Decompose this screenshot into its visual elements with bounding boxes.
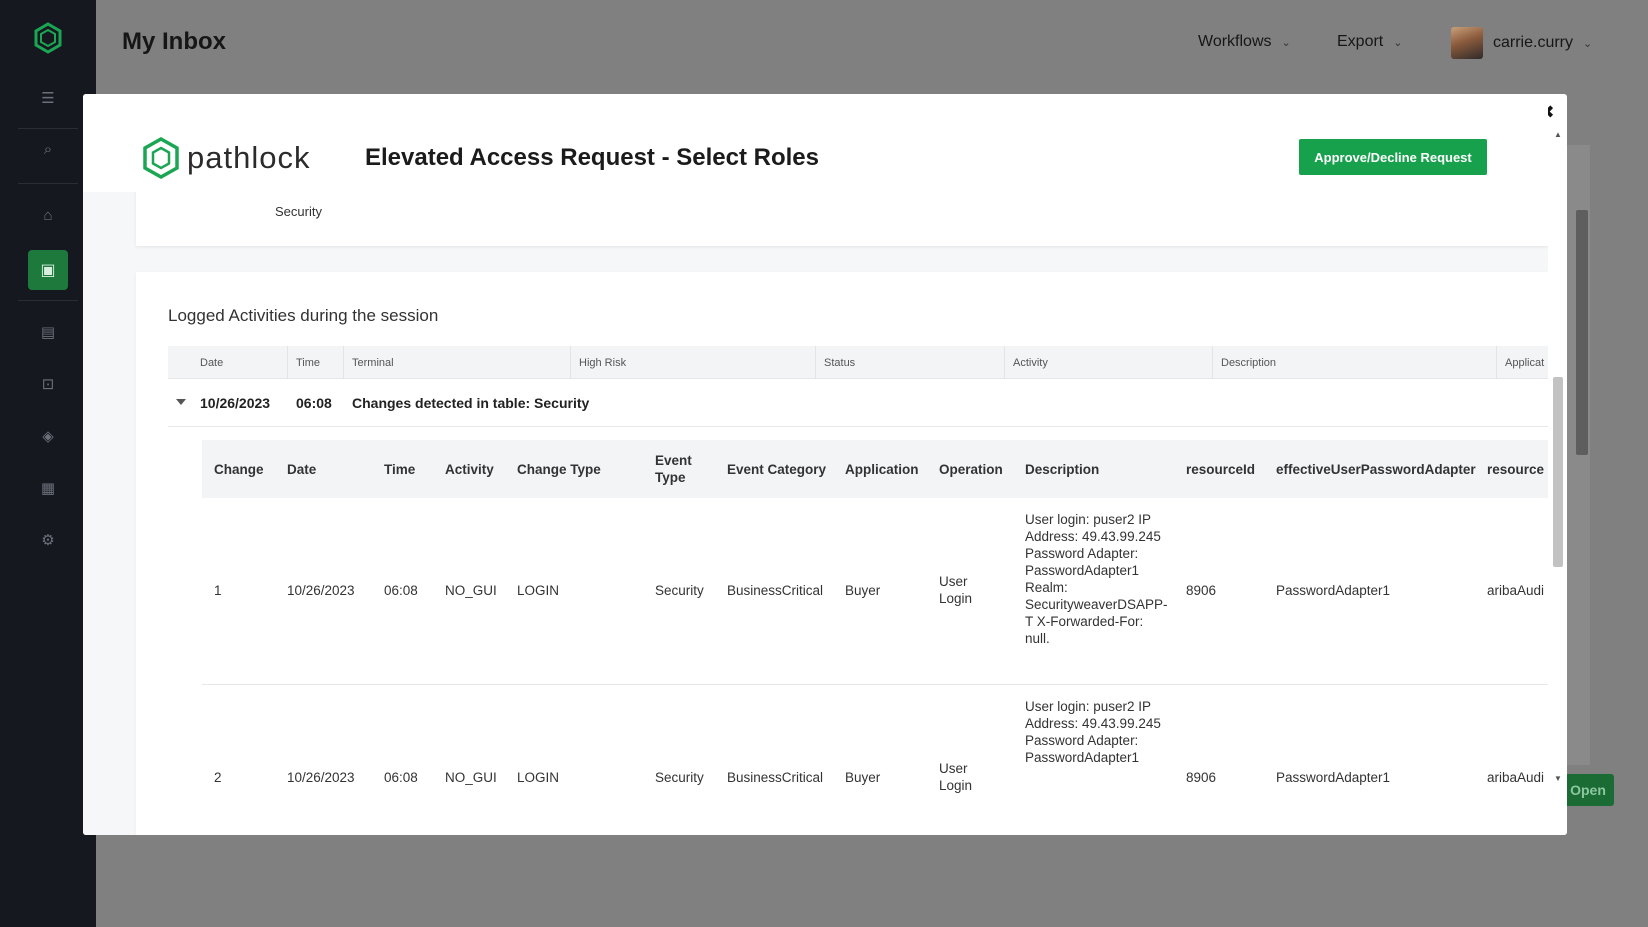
app-sidebar: ☰ ⌕ ⌂ ▣ ▤ ⊡ ◈ ▦ ⚙ <box>0 0 96 927</box>
column-header[interactable]: Applicat <box>1496 346 1548 379</box>
group-label: Changes detected in table: Security <box>352 394 590 411</box>
modal-title: Elevated Access Request - Select Roles <box>365 144 819 171</box>
cell-change: 1 <box>214 583 222 598</box>
cell-event-type: Security <box>655 770 704 785</box>
sidebar-divider <box>18 300 78 301</box>
cell-change: 2 <box>214 770 222 785</box>
background-scrollbar[interactable] <box>1576 210 1588 455</box>
search-icon[interactable]: ⌕ <box>36 137 60 161</box>
elevated-access-modal: Security Logged Activities during the se… <box>83 94 1567 835</box>
caret-down-icon[interactable] <box>176 399 186 405</box>
export-menu[interactable]: Export ⌄ <box>1337 33 1402 51</box>
cell-resource-id: 8906 <box>1186 770 1217 785</box>
security-label: Security <box>275 204 322 219</box>
export-label: Export <box>1337 33 1384 50</box>
page-title: My Inbox <box>122 28 226 56</box>
column-header[interactable]: resource <box>1487 440 1548 498</box>
username-label: carrie.curry <box>1493 34 1574 51</box>
column-header[interactable]: Date <box>168 346 283 379</box>
cell-time: 06:08 <box>384 770 418 785</box>
cell-event-type: Security <box>655 583 704 598</box>
details-card: Security <box>136 192 1548 246</box>
column-header[interactable]: Change Type <box>517 440 645 498</box>
table-row[interactable]: 2 10/26/2023 06:08 NO_GUI LOGIN Security… <box>202 685 1548 835</box>
cell-date: 10/26/2023 <box>287 770 355 785</box>
page-title-text: My Inbox <box>122 28 227 55</box>
modal-header: pathlock Elevated Access Request - Selec… <box>83 94 1548 192</box>
cell-application: Buyer <box>845 583 881 598</box>
home-icon[interactable]: ⌂ <box>36 203 60 227</box>
cell-resource: aribaAudi <box>1487 583 1545 598</box>
table-row[interactable]: 1 10/26/2023 06:08 NO_GUI LOGIN Security… <box>202 498 1548 685</box>
cell-resource: aribaAudi <box>1487 770 1545 785</box>
report-icon[interactable]: ▦ <box>36 476 60 500</box>
cell-application: Buyer <box>845 770 881 785</box>
workflows-menu[interactable]: Workflows ⌄ <box>1198 33 1291 51</box>
cell-description: User login: puser2 IP Address: 49.43.99.… <box>1025 699 1161 765</box>
document-icon[interactable]: ▤ <box>36 320 60 344</box>
user-menu[interactable]: carrie.curry ⌄ <box>1451 27 1592 59</box>
app-logo-icon[interactable] <box>33 22 63 54</box>
cell-activity: NO_GUI <box>445 583 497 598</box>
chevron-down-icon: ⌄ <box>1583 37 1593 50</box>
column-header[interactable]: Status <box>815 346 1004 379</box>
column-header[interactable]: Activity <box>445 440 513 498</box>
column-header[interactable]: High Risk <box>570 346 815 379</box>
changes-table-header: Change Date Time Activity Change Type Ev… <box>202 440 1548 498</box>
cell-adapter: PasswordAdapter1 <box>1276 583 1391 598</box>
column-header[interactable]: Application <box>845 440 935 498</box>
column-header[interactable]: Time <box>384 440 439 498</box>
group-time: 06:08 <box>296 394 332 411</box>
chevron-down-icon: ⌄ <box>1281 36 1291 49</box>
logged-activities-title: Logged Activities during the session <box>168 306 439 325</box>
activity-group-row[interactable]: 10/26/2023 06:08 Changes detected in tab… <box>168 379 1548 427</box>
cell-time: 06:08 <box>384 583 418 598</box>
lock-icon[interactable]: ⊡ <box>36 372 60 396</box>
column-header[interactable]: Date <box>287 440 377 498</box>
cell-resource-id: 8906 <box>1186 583 1217 598</box>
sidebar-divider <box>18 128 78 129</box>
avatar <box>1451 27 1483 59</box>
modal-body: Security Logged Activities during the se… <box>83 192 1548 835</box>
group-date: 10/26/2023 <box>200 394 271 411</box>
column-header[interactable]: Description <box>1025 440 1175 498</box>
column-header[interactable]: Terminal <box>343 346 569 379</box>
column-header[interactable]: Description <box>1212 346 1496 379</box>
approve-decline-button[interactable]: Approve/Decline Request <box>1299 139 1487 175</box>
modal-scrollbar-thumb[interactable] <box>1553 377 1563 567</box>
outer-table-header: Date Time Terminal High Risk Status Acti… <box>168 346 1548 379</box>
column-header[interactable]: Event Category <box>727 440 827 498</box>
cell-operation: User Login <box>939 761 973 793</box>
sidebar-divider <box>18 183 78 184</box>
menu-icon[interactable]: ☰ <box>36 86 60 110</box>
column-header[interactable]: resourceId <box>1186 440 1274 498</box>
inbox-icon[interactable]: ▣ <box>28 250 68 290</box>
scroll-down-icon[interactable]: ▼ <box>1553 774 1563 783</box>
logged-activities-card: Logged Activities during the session Dat… <box>136 272 1548 835</box>
settings-icon[interactable]: ⚙ <box>36 528 60 552</box>
background-open-button[interactable]: Open <box>1562 774 1614 806</box>
workflows-label: Workflows <box>1198 33 1272 50</box>
cell-event-category: BusinessCritical <box>727 770 824 785</box>
column-header[interactable]: Change <box>214 440 284 498</box>
column-header[interactable]: Operation <box>939 440 1021 498</box>
column-header[interactable]: Activity <box>1004 346 1212 379</box>
pathlock-logo-icon <box>143 136 179 180</box>
shield-icon[interactable]: ◈ <box>36 424 60 448</box>
cell-change-type: LOGIN <box>517 583 560 598</box>
cell-description: User login: puser2 IP Address: 49.43.99.… <box>1025 512 1168 646</box>
cell-activity: NO_GUI <box>445 770 497 785</box>
cell-operation: User Login <box>939 574 973 606</box>
cell-event-category: BusinessCritical <box>727 583 824 598</box>
pathlock-logo: pathlock <box>141 136 310 180</box>
cell-change-type: LOGIN <box>517 770 560 785</box>
cell-adapter: PasswordAdapter1 <box>1276 770 1391 785</box>
column-header[interactable]: effectiveUserPasswordAdapter <box>1276 440 1476 498</box>
cell-date: 10/26/2023 <box>287 583 355 598</box>
column-header[interactable]: Event Type <box>655 440 715 498</box>
brand-name: pathlock <box>187 140 311 175</box>
scroll-up-icon[interactable]: ▲ <box>1553 130 1563 139</box>
column-header[interactable]: Time <box>287 346 343 379</box>
chevron-down-icon: ⌄ <box>1393 36 1403 49</box>
